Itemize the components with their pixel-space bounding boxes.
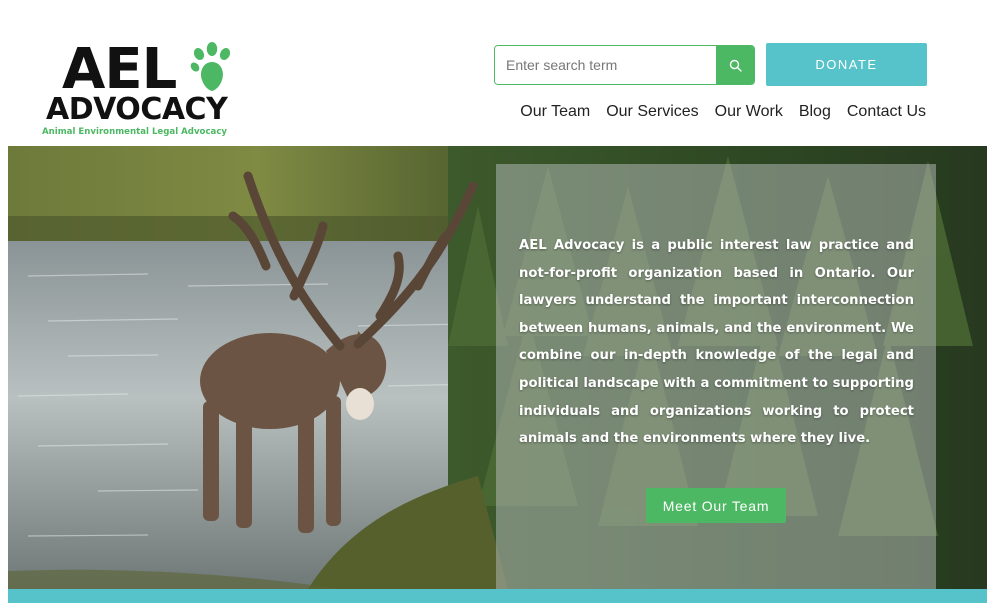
logo-ael-text: AEL xyxy=(62,37,177,102)
nav-item-blog[interactable]: Blog xyxy=(799,103,831,121)
donate-button[interactable]: DONATE xyxy=(766,43,927,86)
bottom-accent-bar xyxy=(8,589,987,603)
logo-tagline: Animal Environmental Legal Advocacy xyxy=(42,127,228,137)
nav-item-our-services[interactable]: Our Services xyxy=(606,103,698,121)
nav-item-our-team[interactable]: Our Team xyxy=(520,103,590,121)
hero-section: AEL Advocacy is a public interest law pr… xyxy=(8,146,987,589)
site-header: AEL ADVOCACY Animal Environmental Legal … xyxy=(0,0,987,146)
search-button[interactable] xyxy=(716,46,754,84)
paw-icon xyxy=(190,42,231,91)
main-nav: Our Team Our Services Our Work Blog Cont… xyxy=(520,103,926,121)
nav-item-contact-us[interactable]: Contact Us xyxy=(847,103,926,121)
intro-panel: AEL Advocacy is a public interest law pr… xyxy=(496,164,936,589)
logo-advocacy-text: ADVOCACY xyxy=(46,92,228,127)
meet-our-team-button[interactable]: Meet Our Team xyxy=(646,488,786,523)
nav-item-our-work[interactable]: Our Work xyxy=(715,103,783,121)
search-icon xyxy=(729,59,742,72)
intro-text: AEL Advocacy is a public interest law pr… xyxy=(519,238,914,447)
search-input[interactable] xyxy=(495,46,717,84)
search-box xyxy=(494,45,755,85)
site-logo[interactable]: AEL ADVOCACY Animal Environmental Legal … xyxy=(40,40,250,140)
